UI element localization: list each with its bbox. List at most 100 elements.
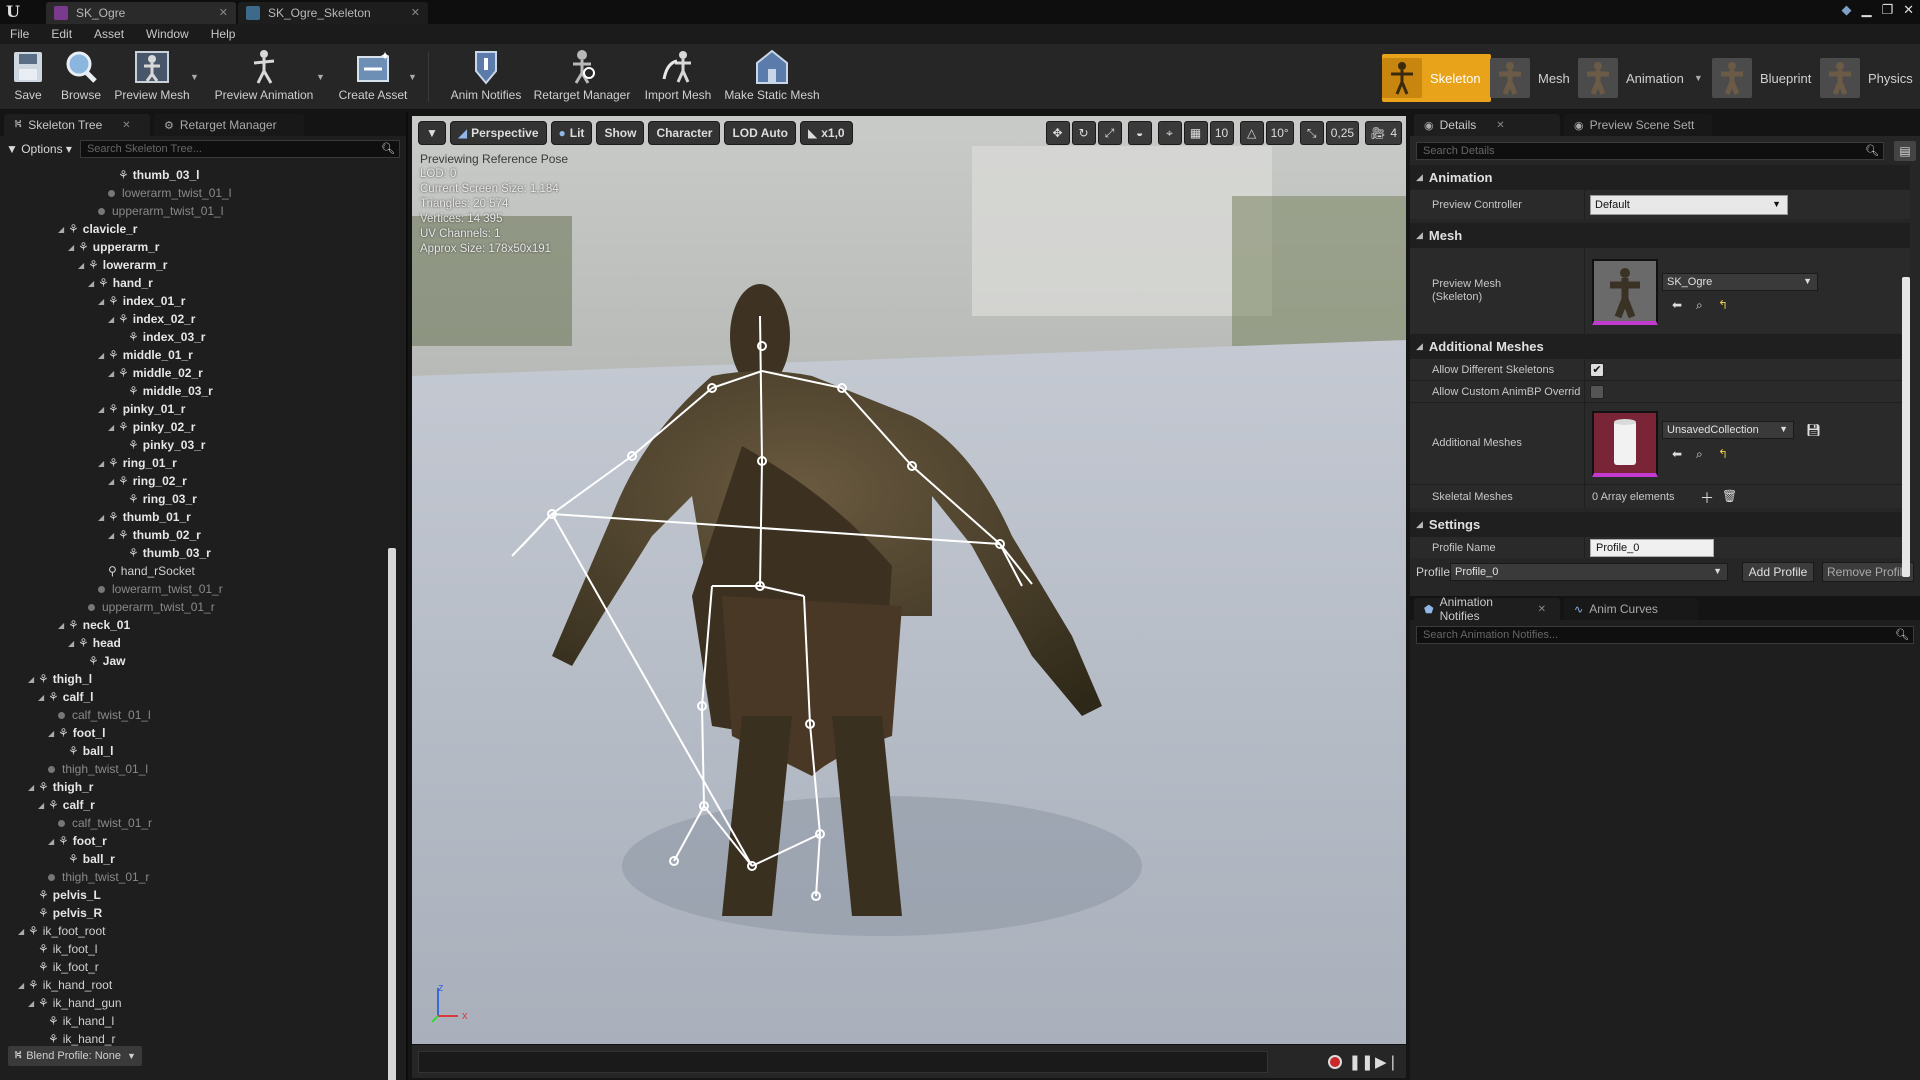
- scale-icon[interactable]: ⤢: [1097, 121, 1122, 145]
- expand-arrow-icon[interactable]: ◢: [18, 927, 28, 936]
- tree-row-middle-02-r[interactable]: ◢ ⚘ middle_02_r: [108, 364, 203, 382]
- tree-row-thigh-r[interactable]: ◢ ⚘ thigh_r: [28, 778, 93, 796]
- tree-row-ik-hand-gun[interactable]: ◢ ⚘ ik_hand_gun: [28, 994, 122, 1012]
- tree-row-thigh-twist-01-r[interactable]: thigh_twist_01_r: [38, 868, 149, 886]
- collection-thumbnail[interactable]: [1592, 411, 1658, 477]
- tree-row-ik-hand-r[interactable]: ⚘ ik_hand_r: [38, 1030, 115, 1046]
- menu-help[interactable]: Help: [211, 27, 236, 41]
- chevron-down-icon[interactable]: ▼: [316, 72, 325, 82]
- tree-row-calf-r[interactable]: ◢ ⚘ calf_r: [38, 796, 95, 814]
- tree-row-ik-foot-r[interactable]: ⚘ ik_foot_r: [28, 958, 99, 976]
- expand-arrow-icon[interactable]: ◢: [98, 459, 108, 468]
- expand-arrow-icon[interactable]: ◢: [108, 477, 118, 486]
- tab-preview-scene-settings[interactable]: ◉ Preview Scene Sett: [1564, 114, 1712, 136]
- expand-arrow-icon[interactable]: ◢: [28, 783, 38, 792]
- details-scrollbar[interactable]: [1902, 277, 1910, 577]
- use-selected-arrow-icon[interactable]: ⬅: [1672, 298, 1682, 312]
- tree-row-pelvis-r[interactable]: ⚘ pelvis_R: [28, 904, 102, 922]
- close-window-icon[interactable]: ✕: [1903, 2, 1914, 18]
- viewport-options-button[interactable]: ▼: [418, 121, 446, 145]
- expand-arrow-icon[interactable]: ◢: [108, 315, 118, 324]
- tree-row-pelvis-l[interactable]: ⚘ pelvis_L: [28, 886, 101, 904]
- expand-arrow-icon[interactable]: ◢: [58, 225, 68, 234]
- expand-arrow-icon[interactable]: ◢: [98, 351, 108, 360]
- options-button[interactable]: ▼ Options ▾: [6, 142, 72, 156]
- tree-row-hand-r[interactable]: ◢ ⚘ hand_r: [88, 274, 153, 292]
- close-icon[interactable]: ✕: [411, 6, 420, 19]
- expand-arrow-icon[interactable]: ◢: [108, 531, 118, 540]
- tree-row-pinky-01-r[interactable]: ◢ ⚘ pinky_01_r: [98, 400, 185, 418]
- details-search-input[interactable]: Search Details 🔍︎: [1416, 142, 1884, 160]
- expand-arrow-icon[interactable]: ◢: [68, 243, 78, 252]
- rotation-snap-icon[interactable]: △: [1239, 121, 1264, 145]
- maximize-icon[interactable]: ❐: [1881, 2, 1893, 18]
- tree-row-middle-01-r[interactable]: ◢ ⚘ middle_01_r: [98, 346, 193, 364]
- preview-controller-dropdown[interactable]: Default ▼: [1590, 195, 1788, 215]
- scale-snap-value[interactable]: 0,25: [1325, 121, 1360, 145]
- tree-row-ik-foot-root[interactable]: ◢ ⚘ ik_foot_root: [18, 922, 105, 940]
- expand-arrow-icon[interactable]: ◢: [38, 801, 48, 810]
- save-collection-icon[interactable]: 💾︎: [1806, 423, 1821, 437]
- tree-row-upperarm-twist-01-r[interactable]: upperarm_twist_01_r: [78, 598, 215, 616]
- surface-snap-icon[interactable]: ⌖: [1157, 121, 1182, 145]
- tree-row-thumb-03-r[interactable]: ⚘ thumb_03_r: [118, 544, 211, 562]
- tree-row-ik-hand-root[interactable]: ◢ ⚘ ik_hand_root: [18, 976, 112, 994]
- tree-row-thumb-02-r[interactable]: ◢ ⚘ thumb_02_r: [108, 526, 201, 544]
- notification-icon[interactable]: ◆: [1841, 2, 1851, 18]
- allow-custom-animbp-checkbox[interactable]: [1590, 385, 1604, 399]
- tree-row-clavicle-r[interactable]: ◢ ⚘ clavicle_r: [58, 220, 137, 238]
- close-icon[interactable]: ✕: [1538, 604, 1546, 615]
- add-element-icon[interactable]: ＋: [1700, 488, 1714, 508]
- tree-row-ring-03-r[interactable]: ⚘ ring_03_r: [118, 490, 197, 508]
- retarget-manager-button[interactable]: Retarget Manager: [532, 48, 632, 106]
- allow-different-skeletons-checkbox[interactable]: ✔: [1590, 363, 1604, 377]
- chevron-down-icon[interactable]: ▼: [1694, 73, 1703, 83]
- collection-dropdown[interactable]: UnsavedCollection ▼: [1662, 421, 1794, 439]
- minimize-icon[interactable]: ▁: [1861, 2, 1871, 18]
- expand-arrow-icon[interactable]: ◢: [98, 297, 108, 306]
- tab-details[interactable]: ◉ Details ✕: [1414, 114, 1560, 136]
- category-animation[interactable]: ◢ Animation: [1410, 165, 1910, 189]
- notifies-search-input[interactable]: Search Animation Notifies... 🔍︎: [1416, 626, 1914, 644]
- trash-icon[interactable]: 🗑︎: [1722, 489, 1737, 503]
- doc-tab-sk-ogre[interactable]: SK_Ogre ✕: [46, 2, 236, 24]
- camera-speed-button[interactable]: 🎥︎ 4: [1365, 121, 1402, 145]
- tree-row-foot-l[interactable]: ◢ ⚘ foot_l: [48, 724, 105, 742]
- tree-row-ring-02-r[interactable]: ◢ ⚘ ring_02_r: [108, 472, 187, 490]
- expand-arrow-icon[interactable]: ◢: [108, 423, 118, 432]
- character-button[interactable]: Character: [648, 121, 721, 145]
- tree-row-calf-twist-01-r[interactable]: calf_twist_01_r: [48, 814, 152, 832]
- tree-row-ik-foot-l[interactable]: ⚘ ik_foot_l: [28, 940, 97, 958]
- tree-row-calf-twist-01-l[interactable]: calf_twist_01_l: [48, 706, 151, 724]
- tree-row-ball-r[interactable]: ⚘ ball_r: [58, 850, 115, 868]
- show-button[interactable]: Show: [596, 121, 645, 145]
- world-local-icon[interactable]: ◒: [1127, 121, 1152, 145]
- mode-physics-button[interactable]: Physics: [1820, 54, 1913, 102]
- perspective-button[interactable]: ◢ Perspective: [449, 121, 547, 145]
- tree-row-lowerarm-twist-01-l[interactable]: lowerarm_twist_01_l: [98, 184, 231, 202]
- tab-retarget-manager[interactable]: ⚙ Retarget Manager: [154, 114, 304, 136]
- preview-mesh-dropdown[interactable]: SK_Ogre ▼: [1662, 273, 1818, 291]
- tab-skeleton-tree[interactable]: ⛕ Skeleton Tree ✕: [4, 114, 150, 136]
- chevron-down-icon[interactable]: ▼: [190, 72, 199, 82]
- scale-snap-icon[interactable]: ⤡: [1299, 121, 1324, 145]
- mode-skeleton-button[interactable]: Skeleton: [1382, 54, 1491, 102]
- profile-dropdown[interactable]: Profile_0 ▼: [1450, 563, 1728, 581]
- tree-row-head[interactable]: ◢ ⚘ head: [68, 634, 121, 652]
- grid-snap-icon[interactable]: ▦: [1183, 121, 1208, 145]
- mode-mesh-button[interactable]: Mesh: [1490, 54, 1570, 102]
- tree-row-jaw[interactable]: ⚘ Jaw: [78, 652, 125, 670]
- import-mesh-button[interactable]: Import Mesh: [638, 48, 718, 106]
- blend-profile-dropdown[interactable]: ⛕ Blend Profile: None ▼: [8, 1046, 142, 1066]
- anim-notifies-button[interactable]: Anim Notifies: [446, 48, 526, 106]
- view-options-icon[interactable]: ▤: [1894, 141, 1916, 161]
- tree-row-lowerarm-r[interactable]: ◢ ⚘ lowerarm_r: [78, 256, 167, 274]
- remove-profile-button[interactable]: Remove Profile: [1822, 562, 1914, 582]
- expand-arrow-icon[interactable]: ◢: [38, 693, 48, 702]
- doc-tab-sk-ogre-skeleton[interactable]: SK_Ogre_Skeleton ✕: [238, 2, 428, 24]
- category-mesh[interactable]: ◢ Mesh: [1410, 223, 1910, 247]
- tree-row-thigh-twist-01-l[interactable]: thigh_twist_01_l: [38, 760, 148, 778]
- use-selected-arrow-icon[interactable]: ⬅: [1672, 447, 1682, 461]
- category-settings[interactable]: ◢ Settings: [1410, 512, 1910, 536]
- translate-icon[interactable]: ✥: [1045, 121, 1070, 145]
